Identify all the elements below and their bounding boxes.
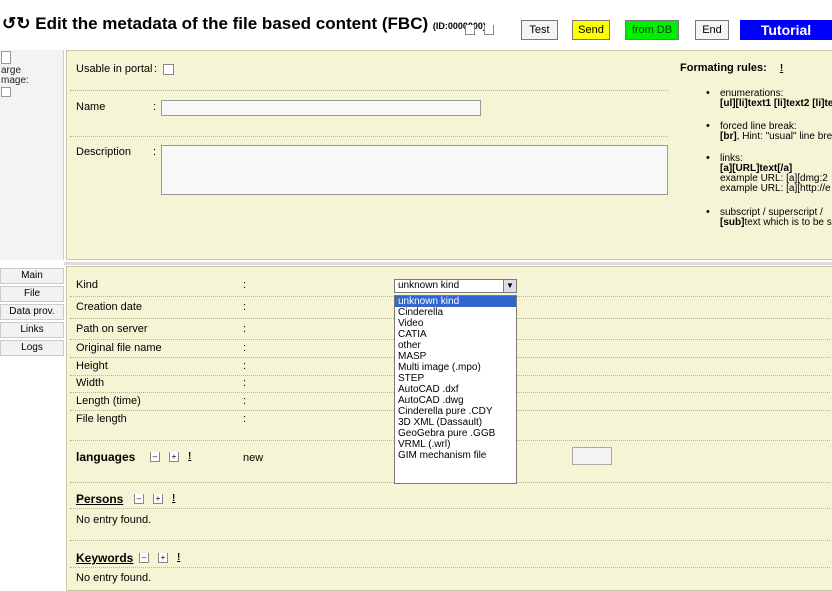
header-square-2[interactable] bbox=[484, 25, 494, 35]
kind-option[interactable]: unknown kind bbox=[395, 296, 516, 307]
keywords-minus-button[interactable]: – bbox=[139, 553, 149, 563]
persons-title[interactable]: Persons bbox=[76, 492, 123, 506]
languages-title: languages bbox=[76, 450, 136, 464]
divider bbox=[70, 90, 668, 91]
languages-new-label: new bbox=[243, 452, 264, 464]
kind-option[interactable]: Video bbox=[395, 318, 516, 329]
keywords-title[interactable]: Keywords bbox=[76, 551, 133, 565]
rule-enumerations-syntax: [ul][li]text1 [li]text2 [li]te bbox=[720, 98, 832, 109]
persons-info-icon[interactable]: ! bbox=[172, 493, 175, 504]
description-label: Description bbox=[76, 146, 132, 158]
tab-main[interactable]: Main bbox=[0, 268, 64, 284]
test-button[interactable]: Test bbox=[521, 20, 558, 40]
from-db-button[interactable]: from DB bbox=[625, 20, 679, 40]
width-label: Width bbox=[76, 377, 105, 389]
keywords-empty-text: No entry found. bbox=[76, 572, 152, 584]
kind-option[interactable]: other bbox=[395, 340, 516, 351]
tab-data-prov[interactable]: Data prov. bbox=[0, 304, 64, 320]
kind-option[interactable]: STEP bbox=[395, 373, 516, 384]
rule-line-break-syntax: [br], Hint: "usual" line bre bbox=[720, 131, 832, 142]
chevron-down-icon[interactable]: ▼ bbox=[503, 280, 516, 292]
bullet: • bbox=[706, 206, 710, 218]
formatting-rules-title: Formating rules: ! bbox=[680, 62, 784, 74]
tab-file[interactable]: File bbox=[0, 286, 64, 302]
kind-label: Kind bbox=[76, 279, 99, 291]
header-square-1[interactable] bbox=[465, 25, 475, 35]
kind-option[interactable]: AutoCAD .dwg bbox=[395, 395, 516, 406]
kind-option[interactable]: CATIA bbox=[395, 329, 516, 340]
usable-in-portal-checkbox[interactable] bbox=[163, 64, 174, 75]
rule-sub-sup-syntax: [sub]text which is to be s bbox=[720, 217, 832, 228]
colon: : bbox=[153, 101, 157, 113]
kind-select[interactable]: unknown kind ▼ bbox=[394, 279, 517, 293]
languages-new-input[interactable] bbox=[572, 447, 612, 465]
title-id: (ID:0000000) bbox=[432, 21, 486, 31]
divider bbox=[70, 136, 668, 137]
colon: : bbox=[153, 146, 157, 158]
colon: : bbox=[154, 63, 158, 75]
divider bbox=[70, 567, 830, 568]
name-input[interactable] bbox=[161, 100, 481, 116]
document-icon[interactable] bbox=[1, 51, 11, 64]
file-length-label: File length bbox=[76, 413, 127, 425]
length-time-label: Length (time) bbox=[76, 395, 141, 407]
send-button[interactable]: Send bbox=[572, 20, 610, 40]
kind-option[interactable]: Multi image (.mpo) bbox=[395, 362, 516, 373]
bullet: • bbox=[706, 87, 710, 99]
languages-plus-button[interactable]: + bbox=[169, 452, 179, 462]
colon: : bbox=[243, 395, 247, 407]
colon: : bbox=[243, 279, 247, 291]
section-separator bbox=[64, 262, 832, 265]
colon: : bbox=[243, 301, 247, 313]
image-label-line2: mage: bbox=[1, 75, 29, 86]
tab-links[interactable]: Links bbox=[0, 322, 64, 338]
kind-option[interactable]: GIM mechanism file bbox=[395, 450, 516, 461]
divider bbox=[70, 508, 830, 509]
colon: : bbox=[243, 413, 247, 425]
bullet: • bbox=[706, 120, 710, 132]
languages-info-icon[interactable]: ! bbox=[188, 451, 191, 462]
colon: : bbox=[243, 377, 247, 389]
path-on-server-label: Path on server bbox=[76, 323, 148, 335]
kind-option[interactable]: VRML (.wrl) bbox=[395, 439, 516, 450]
kind-option[interactable]: Cinderella pure .CDY bbox=[395, 406, 516, 417]
height-label: Height bbox=[76, 360, 108, 372]
kind-option[interactable]: 3D XML (Dassault) bbox=[395, 417, 516, 428]
description-textarea[interactable] bbox=[161, 145, 668, 195]
colon: : bbox=[243, 342, 247, 354]
bullet: • bbox=[706, 152, 710, 164]
large-image-checkbox[interactable] bbox=[1, 87, 11, 97]
rule-links-example2: example URL: [a][http://e bbox=[720, 183, 831, 194]
tutorial-button[interactable]: Tutorial bbox=[740, 20, 832, 40]
refresh-icon[interactable]: ↺↻ bbox=[2, 14, 31, 33]
persons-plus-button[interactable]: + bbox=[153, 494, 163, 504]
original-file-name-label: Original file name bbox=[76, 342, 162, 354]
formatting-rules-info[interactable]: ! bbox=[780, 63, 783, 74]
kind-selected-value: unknown kind bbox=[398, 280, 460, 291]
colon: : bbox=[243, 323, 247, 335]
kind-options-list: unknown kind Cinderella Video CATIA other MAS… bbox=[394, 295, 517, 484]
usable-in-portal-label: Usable in portal bbox=[76, 63, 153, 75]
persons-minus-button[interactable]: – bbox=[134, 494, 144, 504]
persons-empty-text: No entry found. bbox=[76, 514, 152, 526]
name-label: Name bbox=[76, 101, 106, 113]
kind-option[interactable]: Cinderella bbox=[395, 307, 516, 318]
kind-option[interactable]: GeoGebra pure .GGB bbox=[395, 428, 516, 439]
keywords-info-icon[interactable]: ! bbox=[177, 552, 180, 563]
kind-option[interactable]: AutoCAD .dxf bbox=[395, 384, 516, 395]
divider bbox=[70, 540, 830, 541]
languages-minus-button[interactable]: – bbox=[150, 452, 160, 462]
page-title: ↺↻ Edit the metadata of the file based c… bbox=[2, 14, 486, 33]
kind-option[interactable]: MASP bbox=[395, 351, 516, 362]
end-button[interactable]: End bbox=[695, 20, 729, 40]
creation-date-label: Creation date bbox=[76, 301, 143, 313]
colon: : bbox=[243, 360, 247, 372]
keywords-plus-button[interactable]: + bbox=[158, 553, 168, 563]
tab-logs[interactable]: Logs bbox=[0, 340, 64, 356]
